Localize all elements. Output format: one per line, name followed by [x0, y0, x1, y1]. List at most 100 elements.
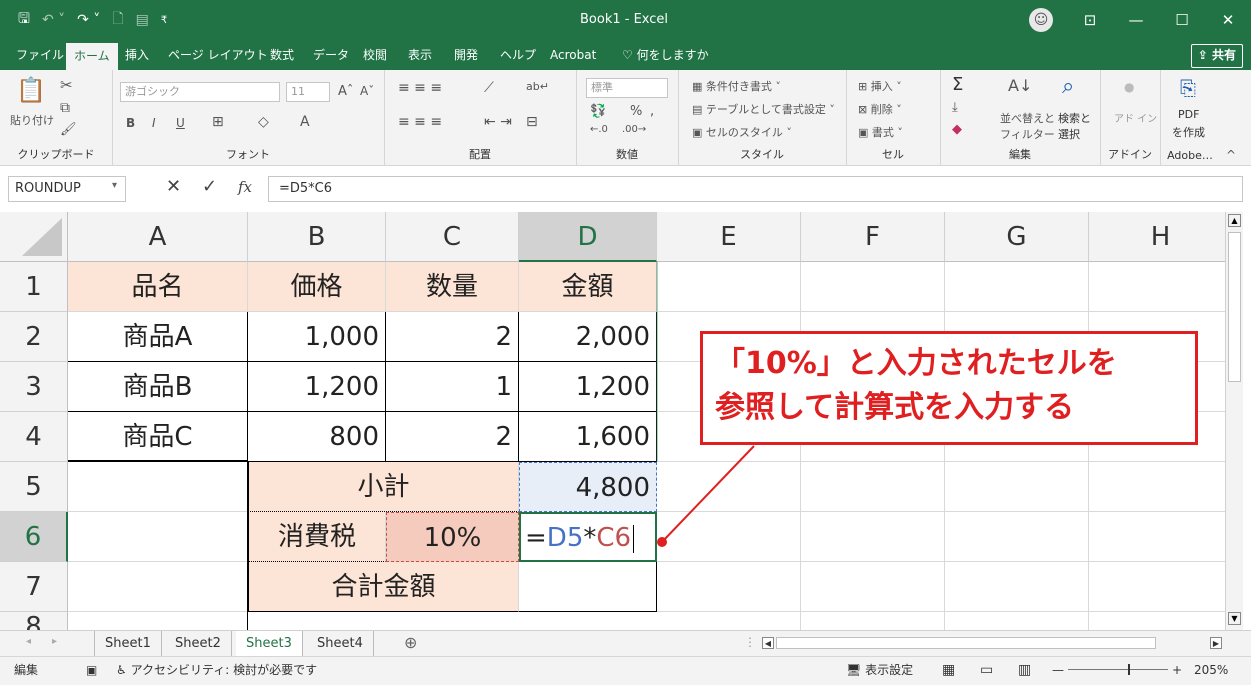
- tab-page-layout[interactable]: ページ レイアウト: [160, 40, 276, 70]
- enter-icon[interactable]: ✓: [202, 176, 217, 197]
- scroll-thumb[interactable]: [1228, 232, 1241, 382]
- cell-styles-button[interactable]: ▣ セルのスタイル ˅: [692, 124, 792, 140]
- cancel-icon[interactable]: ✕: [166, 176, 181, 197]
- sheet-tab-sheet2[interactable]: Sheet2: [165, 631, 232, 657]
- pdf-icon[interactable]: ⎘: [1180, 76, 1196, 100]
- macro-record-icon[interactable]: ▣: [86, 657, 97, 683]
- select-all-corner[interactable]: [0, 212, 68, 262]
- column-header-d[interactable]: D: [519, 212, 657, 262]
- form-icon[interactable]: ▤: [136, 12, 149, 28]
- tell-me-search[interactable]: ♡ 何をしますか: [614, 40, 717, 70]
- tab-help[interactable]: ヘルプ: [492, 40, 544, 70]
- pdf-label[interactable]: PDF: [1178, 108, 1199, 121]
- column-header-e[interactable]: E: [657, 212, 801, 262]
- ribbon-display-options-icon[interactable]: ⊡: [1067, 0, 1113, 40]
- cell-c4[interactable]: 2: [386, 412, 519, 462]
- tab-review[interactable]: 校閲: [355, 40, 395, 70]
- customize-qat-icon[interactable]: ₹: [161, 15, 167, 26]
- format-as-table-button[interactable]: ▤ テーブルとして書式設定 ˅: [692, 101, 835, 117]
- zoom-slider[interactable]: [1068, 664, 1168, 675]
- name-box-dropdown-icon[interactable]: ▾: [112, 180, 117, 191]
- underline-button[interactable]: U: [176, 116, 185, 130]
- left-align-icon[interactable]: ≡ ≡ ≡: [398, 114, 442, 130]
- row-header-4[interactable]: 4: [0, 412, 68, 462]
- column-header-f[interactable]: F: [801, 212, 945, 262]
- cell-d2[interactable]: 2,000: [519, 312, 657, 362]
- cell-b1[interactable]: 価格: [248, 262, 386, 312]
- italic-button[interactable]: I: [152, 116, 156, 130]
- scroll-right-icon[interactable]: ▶: [1210, 637, 1222, 649]
- zoom-out-icon[interactable]: —: [1052, 657, 1064, 683]
- cell-b4[interactable]: 800: [248, 412, 386, 462]
- close-button[interactable]: ✕: [1205, 0, 1251, 40]
- column-header-a[interactable]: A: [68, 212, 248, 262]
- minimize-button[interactable]: —: [1113, 0, 1159, 40]
- page-break-view-icon[interactable]: ▥: [1018, 657, 1031, 683]
- font-name-box[interactable]: 游ゴシック: [120, 82, 280, 102]
- sort-label[interactable]: 並べ替えと: [1000, 110, 1055, 126]
- cell-d4[interactable]: 1,600: [519, 412, 657, 462]
- tab-formulas[interactable]: 数式: [262, 40, 302, 70]
- fill-color-icon[interactable]: ◇: [258, 114, 269, 130]
- cell-b7-total-label[interactable]: 合計金額: [248, 562, 519, 612]
- row-header-3[interactable]: 3: [0, 362, 68, 412]
- collapse-ribbon-icon[interactable]: ^: [1226, 148, 1236, 162]
- tab-split-handle[interactable]: ⋮: [744, 635, 756, 649]
- next-sheet-icon[interactable]: ▸: [52, 636, 57, 647]
- delete-cells-button[interactable]: ⊠ 削除 ˅: [858, 101, 902, 117]
- normal-view-icon[interactable]: ▦: [942, 657, 955, 683]
- cell-a4[interactable]: 商品C: [68, 412, 248, 462]
- format-cells-button[interactable]: ▣ 書式 ˅: [858, 124, 903, 140]
- accounting-format-icon[interactable]: 💱: [590, 104, 606, 119]
- cell-c1[interactable]: 数量: [386, 262, 519, 312]
- cell-c6[interactable]: 10%: [386, 512, 519, 562]
- cell-d6-editing[interactable]: =D5*C6: [519, 512, 657, 562]
- cell-b3[interactable]: 1,200: [248, 362, 386, 412]
- find-select-icon[interactable]: ⌕: [1062, 74, 1074, 99]
- cut-icon[interactable]: ✂: [60, 76, 73, 94]
- merge-center-icon[interactable]: ⊟: [526, 114, 538, 130]
- column-header-h[interactable]: H: [1089, 212, 1225, 262]
- undo-icon[interactable]: ↶ ˅: [42, 12, 65, 28]
- insert-function-icon[interactable]: fx: [238, 178, 252, 196]
- percent-style-button[interactable]: %: [630, 104, 642, 119]
- tab-home[interactable]: ホーム: [66, 43, 118, 70]
- row-header-8[interactable]: 8: [0, 612, 68, 630]
- formula-input[interactable]: =D5*C6: [268, 176, 1243, 202]
- indent-icon[interactable]: ⇤ ⇥: [484, 114, 512, 130]
- conditional-formatting-button[interactable]: ▦ 条件付き書式 ˅: [692, 78, 781, 94]
- filter-label[interactable]: フィルター: [1000, 126, 1055, 142]
- sheet-tab-sheet4[interactable]: Sheet4: [307, 631, 374, 657]
- maximize-button[interactable]: ☐: [1159, 0, 1205, 40]
- scroll-down-icon[interactable]: ▼: [1228, 612, 1241, 625]
- wrap-text-icon[interactable]: ab↵: [526, 80, 549, 93]
- fill-icon[interactable]: ⤓: [952, 100, 958, 115]
- paste-label[interactable]: 貼り付け: [10, 112, 54, 128]
- row-header-6[interactable]: 6: [0, 512, 68, 562]
- row-header-1[interactable]: 1: [0, 262, 68, 312]
- font-size-box[interactable]: 11: [286, 82, 330, 102]
- top-align-icon[interactable]: ≡ ≡ ≡: [398, 80, 442, 96]
- save-icon[interactable]: 🖫: [18, 8, 30, 32]
- page-layout-view-icon[interactable]: ▭: [980, 657, 993, 683]
- zoom-level[interactable]: 205%: [1194, 657, 1228, 683]
- name-box[interactable]: ROUNDUP: [8, 176, 126, 202]
- cell-b6-tax-label[interactable]: 消費税: [248, 512, 386, 562]
- font-color-icon[interactable]: A: [300, 114, 310, 130]
- new-sheet-icon[interactable]: ⊕: [404, 633, 417, 652]
- new-file-icon[interactable]: 🗋: [112, 8, 123, 32]
- cell-c2[interactable]: 2: [386, 312, 519, 362]
- cell-d7[interactable]: [519, 562, 657, 612]
- orientation-icon[interactable]: ⟋: [484, 80, 494, 96]
- accessibility-status[interactable]: ♿ アクセシビリティ: 検討が必要です: [116, 657, 317, 683]
- tab-view[interactable]: 表示: [400, 40, 440, 70]
- addin-button[interactable]: アド イン: [1114, 110, 1157, 125]
- empty-cells-a[interactable]: [68, 462, 248, 630]
- select-label[interactable]: 選択: [1058, 126, 1080, 142]
- cell-a3[interactable]: 商品B: [68, 362, 248, 412]
- cell-d5[interactable]: 4,800: [519, 462, 657, 512]
- horizontal-scroll-thumb[interactable]: [776, 637, 1156, 649]
- column-header-c[interactable]: C: [386, 212, 519, 262]
- clear-icon[interactable]: ◆: [952, 122, 962, 137]
- find-label[interactable]: 検索と: [1058, 110, 1091, 126]
